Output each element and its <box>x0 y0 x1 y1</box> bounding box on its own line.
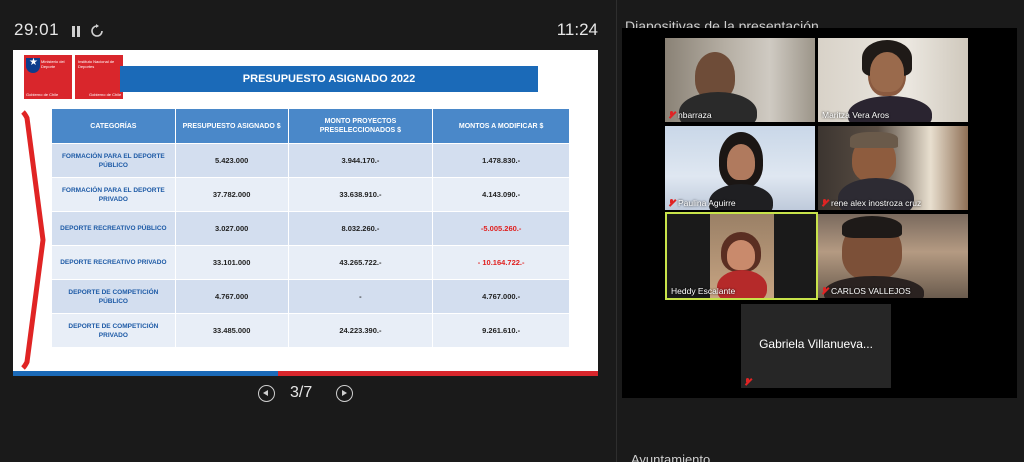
mic-muted-icon <box>745 378 751 386</box>
preselected-cell: 33.638.910.- <box>288 178 433 211</box>
reset-timer-icon[interactable] <box>90 24 104 38</box>
modify-cell: -5.005.260.- <box>433 212 569 245</box>
meeting-window: 29:01 11:24 ★ Ministerio del Deporte Gob… <box>0 0 1024 462</box>
assigned-cell: 4.767.000 <box>175 280 288 313</box>
participant-tile-no-video[interactable]: Gabriela Villanueva... <box>741 304 891 388</box>
participant-name-text: Paulina Aguirre <box>678 198 736 208</box>
participant-face <box>727 144 755 180</box>
participant-tile[interactable]: Maritza Vera Aros <box>818 38 968 122</box>
assigned-cell: 5.423.000 <box>175 144 288 177</box>
participant-cap <box>850 132 898 148</box>
star-icon: ★ <box>29 57 38 68</box>
participant-tile-active-speaker[interactable]: Heddy Escalante <box>665 212 818 300</box>
participant-name-text: Heddy Escalante <box>671 286 736 296</box>
category-cell: FORMACIÓN PARA EL DEPORTE PÚBLICO <box>52 144 175 177</box>
ind-logo-text: Instituto Nacional de Deportes <box>78 59 115 69</box>
modify-cell: 4.143.090.- <box>433 178 569 211</box>
participant-name-large: Gabriela Villanueva... <box>759 337 873 351</box>
elapsed-timer: 29:01 <box>14 20 60 39</box>
preselected-cell: 3.944.170.- <box>288 144 433 177</box>
table-row: DEPORTE DE COMPETICIÓN PRIVADO 33.485.00… <box>52 314 569 347</box>
participant-name-text: Maritza Vera Aros <box>822 110 890 120</box>
participant-tile[interactable]: CARLOS VALLEJOS <box>818 214 968 298</box>
participant-name: nbarraza <box>669 110 712 120</box>
preselected-cell: 24.223.390.- <box>288 314 433 347</box>
slide-pager: 3/7 <box>258 382 358 404</box>
participant-name <box>745 378 751 386</box>
participant-name: Heddy Escalante <box>671 286 735 296</box>
assigned-cell: 33.101.000 <box>175 246 288 279</box>
table-row: DEPORTE RECREATIVO PRIVADO 33.101.000 43… <box>52 246 569 279</box>
participant-face <box>727 240 755 270</box>
mic-muted-icon <box>669 199 675 207</box>
participant-name-text: CARLOS VALLEJOS <box>831 286 911 296</box>
chevron-left-icon <box>263 390 268 396</box>
participant-face <box>870 52 904 92</box>
participant-name: Paulina Aguirre <box>669 198 736 208</box>
table-header-row: CATEGORÍAS PRESUPUESTO ASIGNADO $ MONTO … <box>52 109 569 143</box>
table-row: FORMACIÓN PARA EL DEPORTE PÚBLICO 5.423.… <box>52 144 569 177</box>
column-header: CATEGORÍAS <box>52 109 175 143</box>
chevron-right-icon <box>21 110 46 370</box>
current-time: 11:24 <box>556 20 598 39</box>
modify-cell: - 10.164.722.- <box>433 246 569 279</box>
category-cell: DEPORTE DE COMPETICIÓN PÚBLICO <box>52 280 175 313</box>
column-header: MONTOS A MODIFICAR $ <box>433 109 569 143</box>
table-row: FORMACIÓN PARA EL DEPORTE PRIVADO 37.782… <box>52 178 569 211</box>
participant-tile[interactable]: rene alex inostroza cruz <box>818 126 968 210</box>
table-row: DEPORTE RECREATIVO PÚBLICO 3.027.000 8.0… <box>52 212 569 245</box>
participant-tile[interactable]: Paulina Aguirre <box>665 126 815 210</box>
category-cell: DEPORTE DE COMPETICIÓN PRIVADO <box>52 314 175 347</box>
participant-tile[interactable]: nbarraza <box>665 38 815 122</box>
bottom-partial-text: Ayuntamiento <box>631 452 711 462</box>
page-indicator: 3/7 <box>290 384 313 401</box>
ind-logo-subtext: Gobierno de Chile <box>89 92 122 97</box>
ministry-logo: ★ Ministerio del Deporte Gobierno de Chi… <box>24 55 72 99</box>
next-slide-button[interactable] <box>336 385 353 402</box>
modify-cell: 9.261.610.- <box>433 314 569 347</box>
presentation-area: 29:01 11:24 ★ Ministerio del Deporte Gob… <box>0 0 616 462</box>
pause-icon[interactable] <box>71 26 83 38</box>
assigned-cell: 33.485.000 <box>175 314 288 347</box>
modify-cell: 4.767.000.- <box>433 280 569 313</box>
participant-name: rene alex inostroza cruz <box>822 198 921 208</box>
assigned-cell: 3.027.000 <box>175 212 288 245</box>
presenter-toolbar: 29:01 11:24 <box>0 14 616 50</box>
preselected-cell: 43.265.722.- <box>288 246 433 279</box>
assigned-cell: 37.782.000 <box>175 178 288 211</box>
column-header: MONTO PROYECTOS PRESELECCIONADOS $ <box>288 109 433 143</box>
current-slide: ★ Ministerio del Deporte Gobierno de Chi… <box>13 50 598 376</box>
participant-name-text: nbarraza <box>678 110 712 120</box>
participant-hair <box>842 216 902 238</box>
mic-muted-icon <box>822 287 828 295</box>
participant-name: Maritza Vera Aros <box>822 110 889 120</box>
mic-muted-icon <box>822 199 828 207</box>
participant-name-text: rene alex inostroza cruz <box>831 198 922 208</box>
footer-red-band <box>278 371 598 376</box>
previous-slide-button[interactable] <box>258 385 275 402</box>
mic-muted-icon <box>669 111 675 119</box>
slide-footer-stripe <box>13 371 598 376</box>
preselected-cell: 8.032.260.- <box>288 212 433 245</box>
table-row: DEPORTE DE COMPETICIÓN PÚBLICO 4.767.000… <box>52 280 569 313</box>
category-cell: DEPORTE RECREATIVO PRIVADO <box>52 246 175 279</box>
ministry-logo-subtext: Gobierno de Chile <box>26 92 59 97</box>
preselected-cell: - <box>288 280 433 313</box>
budget-table: CATEGORÍAS PRESUPUESTO ASIGNADO $ MONTO … <box>51 108 570 348</box>
modify-cell: 1.478.830.- <box>433 144 569 177</box>
category-cell: DEPORTE RECREATIVO PÚBLICO <box>52 212 175 245</box>
participants-panel: Diapositivas de la presentación nbarraza… <box>617 0 1024 462</box>
column-header: PRESUPUESTO ASIGNADO $ <box>175 109 288 143</box>
category-cell: FORMACIÓN PARA EL DEPORTE PRIVADO <box>52 178 175 211</box>
video-gallery: nbarraza Maritza Vera Aros Paulina Aguir… <box>622 28 1017 398</box>
ministry-logo-text: Ministerio del Deporte <box>41 59 65 69</box>
ind-logo: Instituto Nacional de Deportes Gobierno … <box>75 55 123 99</box>
chevron-right-icon <box>342 390 347 396</box>
slide-title: PRESUPUESTO ASIGNADO 2022 <box>120 66 538 92</box>
participant-name: CARLOS VALLEJOS <box>822 286 911 296</box>
footer-blue-band <box>13 371 278 376</box>
